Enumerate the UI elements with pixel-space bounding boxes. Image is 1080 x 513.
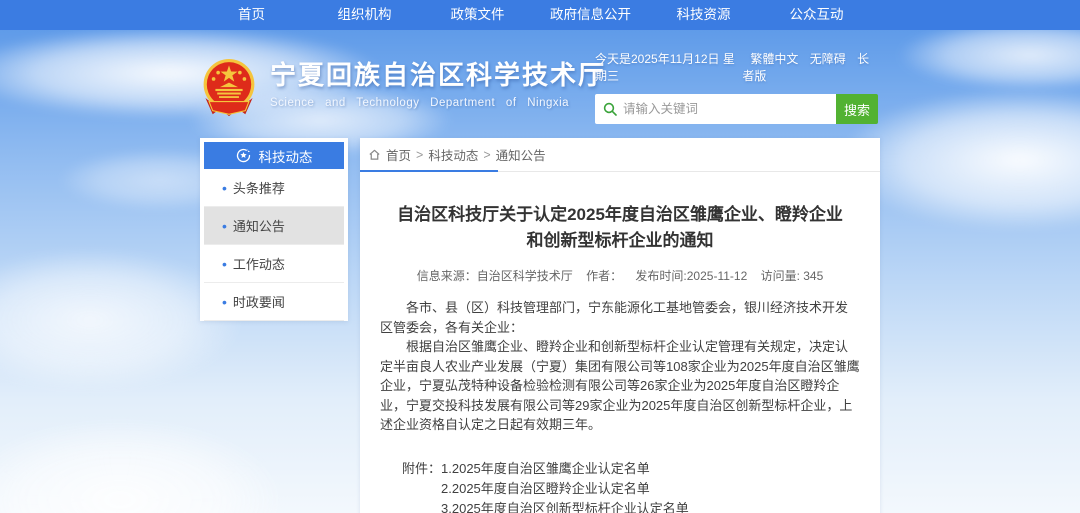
sidebar-item-current-affairs[interactable]: • 时政要闻 (204, 283, 344, 321)
attachments-block: 附件： 1.2025年度自治区雏鹰企业认定名单 2.2025年度自治区瞪羚企业认… (402, 459, 860, 513)
bullet-dot-icon: • (222, 294, 227, 310)
search-button[interactable]: 搜索 (836, 94, 878, 124)
meta-visit-count: 访问量: 345 (761, 269, 824, 283)
nav-item-organization[interactable]: 组织机构 (308, 0, 421, 30)
breadcrumb: 首页 > 科技动态 > 通知公告 (360, 138, 880, 172)
meta-publish-time: 发布时间:2025-11-12 (635, 269, 747, 283)
nav-item-policy-docs[interactable]: 政策文件 (421, 0, 534, 30)
link-traditional-chinese[interactable]: 繁體中文 (750, 52, 798, 66)
article-body: 各市、县（区）科技管理部门，宁东能源化工基地管委会，银川经济技术开发区管委会，各… (380, 298, 860, 435)
sidebar-item-label: 时政要闻 (233, 292, 285, 311)
current-date: 今天是2025年11月12日 星期三 (595, 50, 742, 84)
top-nav: 首页 组织机构 政策文件 政府信息公开 科技资源 公众互动 (0, 0, 1080, 30)
nav-item-sci-resources[interactable]: 科技资源 (647, 0, 760, 30)
home-icon (368, 148, 381, 161)
meta-author: 作者： (586, 269, 622, 283)
breadcrumb-separator: > (416, 148, 423, 162)
breadcrumb-sci-trends[interactable]: 科技动态 (428, 145, 478, 164)
article-title-line2: 和创新型标杆企业的通知 (380, 228, 860, 254)
search-icon (603, 102, 617, 116)
site-brand[interactable]: 宁夏回族自治区科学技术厅 Science and Technology Depa… (200, 58, 606, 118)
site-title: 宁夏回族自治区科学技术厅 (270, 60, 606, 90)
sidebar: 科技动态 • 头条推荐 • 通知公告 • 工作动态 • 时政要闻 (200, 138, 348, 321)
link-accessibility[interactable]: 无障碍 (810, 52, 846, 66)
article-title-line1: 自治区科技厅关于认定2025年度自治区雏鹰企业、瞪羚企业 (380, 202, 860, 228)
article-title: 自治区科技厅关于认定2025年度自治区雏鹰企业、瞪羚企业 和创新型标杆企业的通知 (380, 202, 860, 254)
bullet-dot-icon: • (222, 218, 227, 234)
sidebar-item-label: 头条推荐 (233, 178, 285, 197)
sidebar-item-headlines[interactable]: • 头条推荐 (204, 169, 344, 207)
site-header: 宁夏回族自治区科学技术厅 Science and Technology Depa… (0, 30, 1080, 138)
attachment-link-3[interactable]: 3.2025年度自治区创新型标杆企业认定名单 (441, 499, 689, 513)
article-meta: 信息来源：自治区科学技术厅 作者： 发布时间:2025-11-12 访问量: 3… (380, 267, 860, 284)
sidebar-title: 科技动态 (259, 146, 313, 166)
attachment-link-2[interactable]: 2.2025年度自治区瞪羚企业认定名单 (441, 479, 689, 499)
nav-item-public-interaction[interactable]: 公众互动 (760, 0, 873, 30)
article-paragraph: 各市、县（区）科技管理部门，宁东能源化工基地管委会，银川经济技术开发区管委会，各… (380, 298, 860, 337)
meta-source: 信息来源：自治区科学技术厅 (417, 269, 573, 283)
search-bar: 搜索 (595, 94, 878, 124)
content-panel: 首页 > 科技动态 > 通知公告 自治区科技厅关于认定2025年度自治区雏鹰企业… (360, 138, 880, 513)
attachments-label: 附件： (402, 459, 441, 513)
national-emblem-logo (200, 58, 258, 118)
breadcrumb-notices[interactable]: 通知公告 (496, 145, 546, 164)
breadcrumb-separator: > (483, 148, 490, 162)
nav-item-home[interactable]: 首页 (195, 0, 308, 30)
site-subtitle: Science and Technology Department of Nin… (270, 97, 606, 109)
breadcrumb-home[interactable]: 首页 (386, 145, 411, 164)
sidebar-item-label: 工作动态 (233, 254, 285, 273)
attachment-link-1[interactable]: 1.2025年度自治区雏鹰企业认定名单 (441, 459, 689, 479)
article-paragraph: 根据自治区雏鹰企业、瞪羚企业和创新型标杆企业认定管理有关规定，决定认定半亩良人农… (380, 337, 860, 435)
search-input[interactable] (623, 102, 828, 116)
bullet-dot-icon: • (222, 256, 227, 272)
nav-item-gov-info[interactable]: 政府信息公开 (534, 0, 647, 30)
bullet-dot-icon: • (222, 180, 227, 196)
sidebar-item-notices[interactable]: • 通知公告 (204, 207, 344, 245)
sidebar-item-work-trends[interactable]: • 工作动态 (204, 245, 344, 283)
star-circle-icon (236, 148, 251, 163)
sidebar-header: 科技动态 (204, 142, 344, 169)
sidebar-item-label: 通知公告 (233, 216, 285, 235)
